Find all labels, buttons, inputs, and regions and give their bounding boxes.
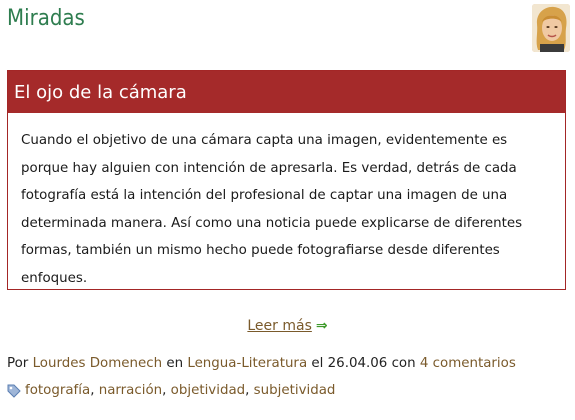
- post-card: El ojo de la cámara Cuando el objetivo d…: [7, 70, 566, 290]
- post-header: El ojo de la cámara: [8, 71, 565, 113]
- tag-icon: [7, 384, 21, 398]
- meta-by-label: Por: [7, 356, 29, 371]
- post-date: 26.04.06: [327, 356, 388, 371]
- read-more-link[interactable]: Leer más: [247, 318, 312, 334]
- tag-link[interactable]: objetividad: [171, 383, 245, 398]
- site-title[interactable]: Miradas: [7, 6, 85, 31]
- right-arrow-icon[interactable]: ⇒: [316, 318, 328, 334]
- tag-separator: ,: [90, 383, 99, 398]
- comments-link[interactable]: 4 comentarios: [420, 356, 516, 371]
- meta-in-label: en: [166, 356, 184, 371]
- tag-separator: ,: [245, 383, 254, 398]
- avatar-photo: [532, 4, 570, 52]
- read-more-row: Leer más ⇒: [0, 318, 575, 334]
- tag-link[interactable]: narración: [99, 383, 162, 398]
- tag-link[interactable]: subjetividad: [254, 383, 336, 398]
- category-link[interactable]: Lengua-Literatura: [187, 356, 307, 371]
- tag-separator: ,: [162, 383, 171, 398]
- tag-link[interactable]: fotografía: [25, 383, 90, 398]
- post-meta: Por Lourdes Domenech en Lengua-Literatur…: [7, 356, 516, 371]
- author-link[interactable]: Lourdes Domenech: [33, 356, 163, 371]
- post-excerpt: Cuando el objetivo de una cámara capta u…: [21, 133, 523, 286]
- meta-with-label: con: [391, 356, 416, 371]
- tag-list: fotografía, narración, objetividad, subj…: [7, 383, 335, 398]
- post-title[interactable]: El ojo de la cámara: [14, 82, 187, 103]
- avatar: [532, 4, 570, 52]
- meta-the-label: el: [311, 356, 324, 371]
